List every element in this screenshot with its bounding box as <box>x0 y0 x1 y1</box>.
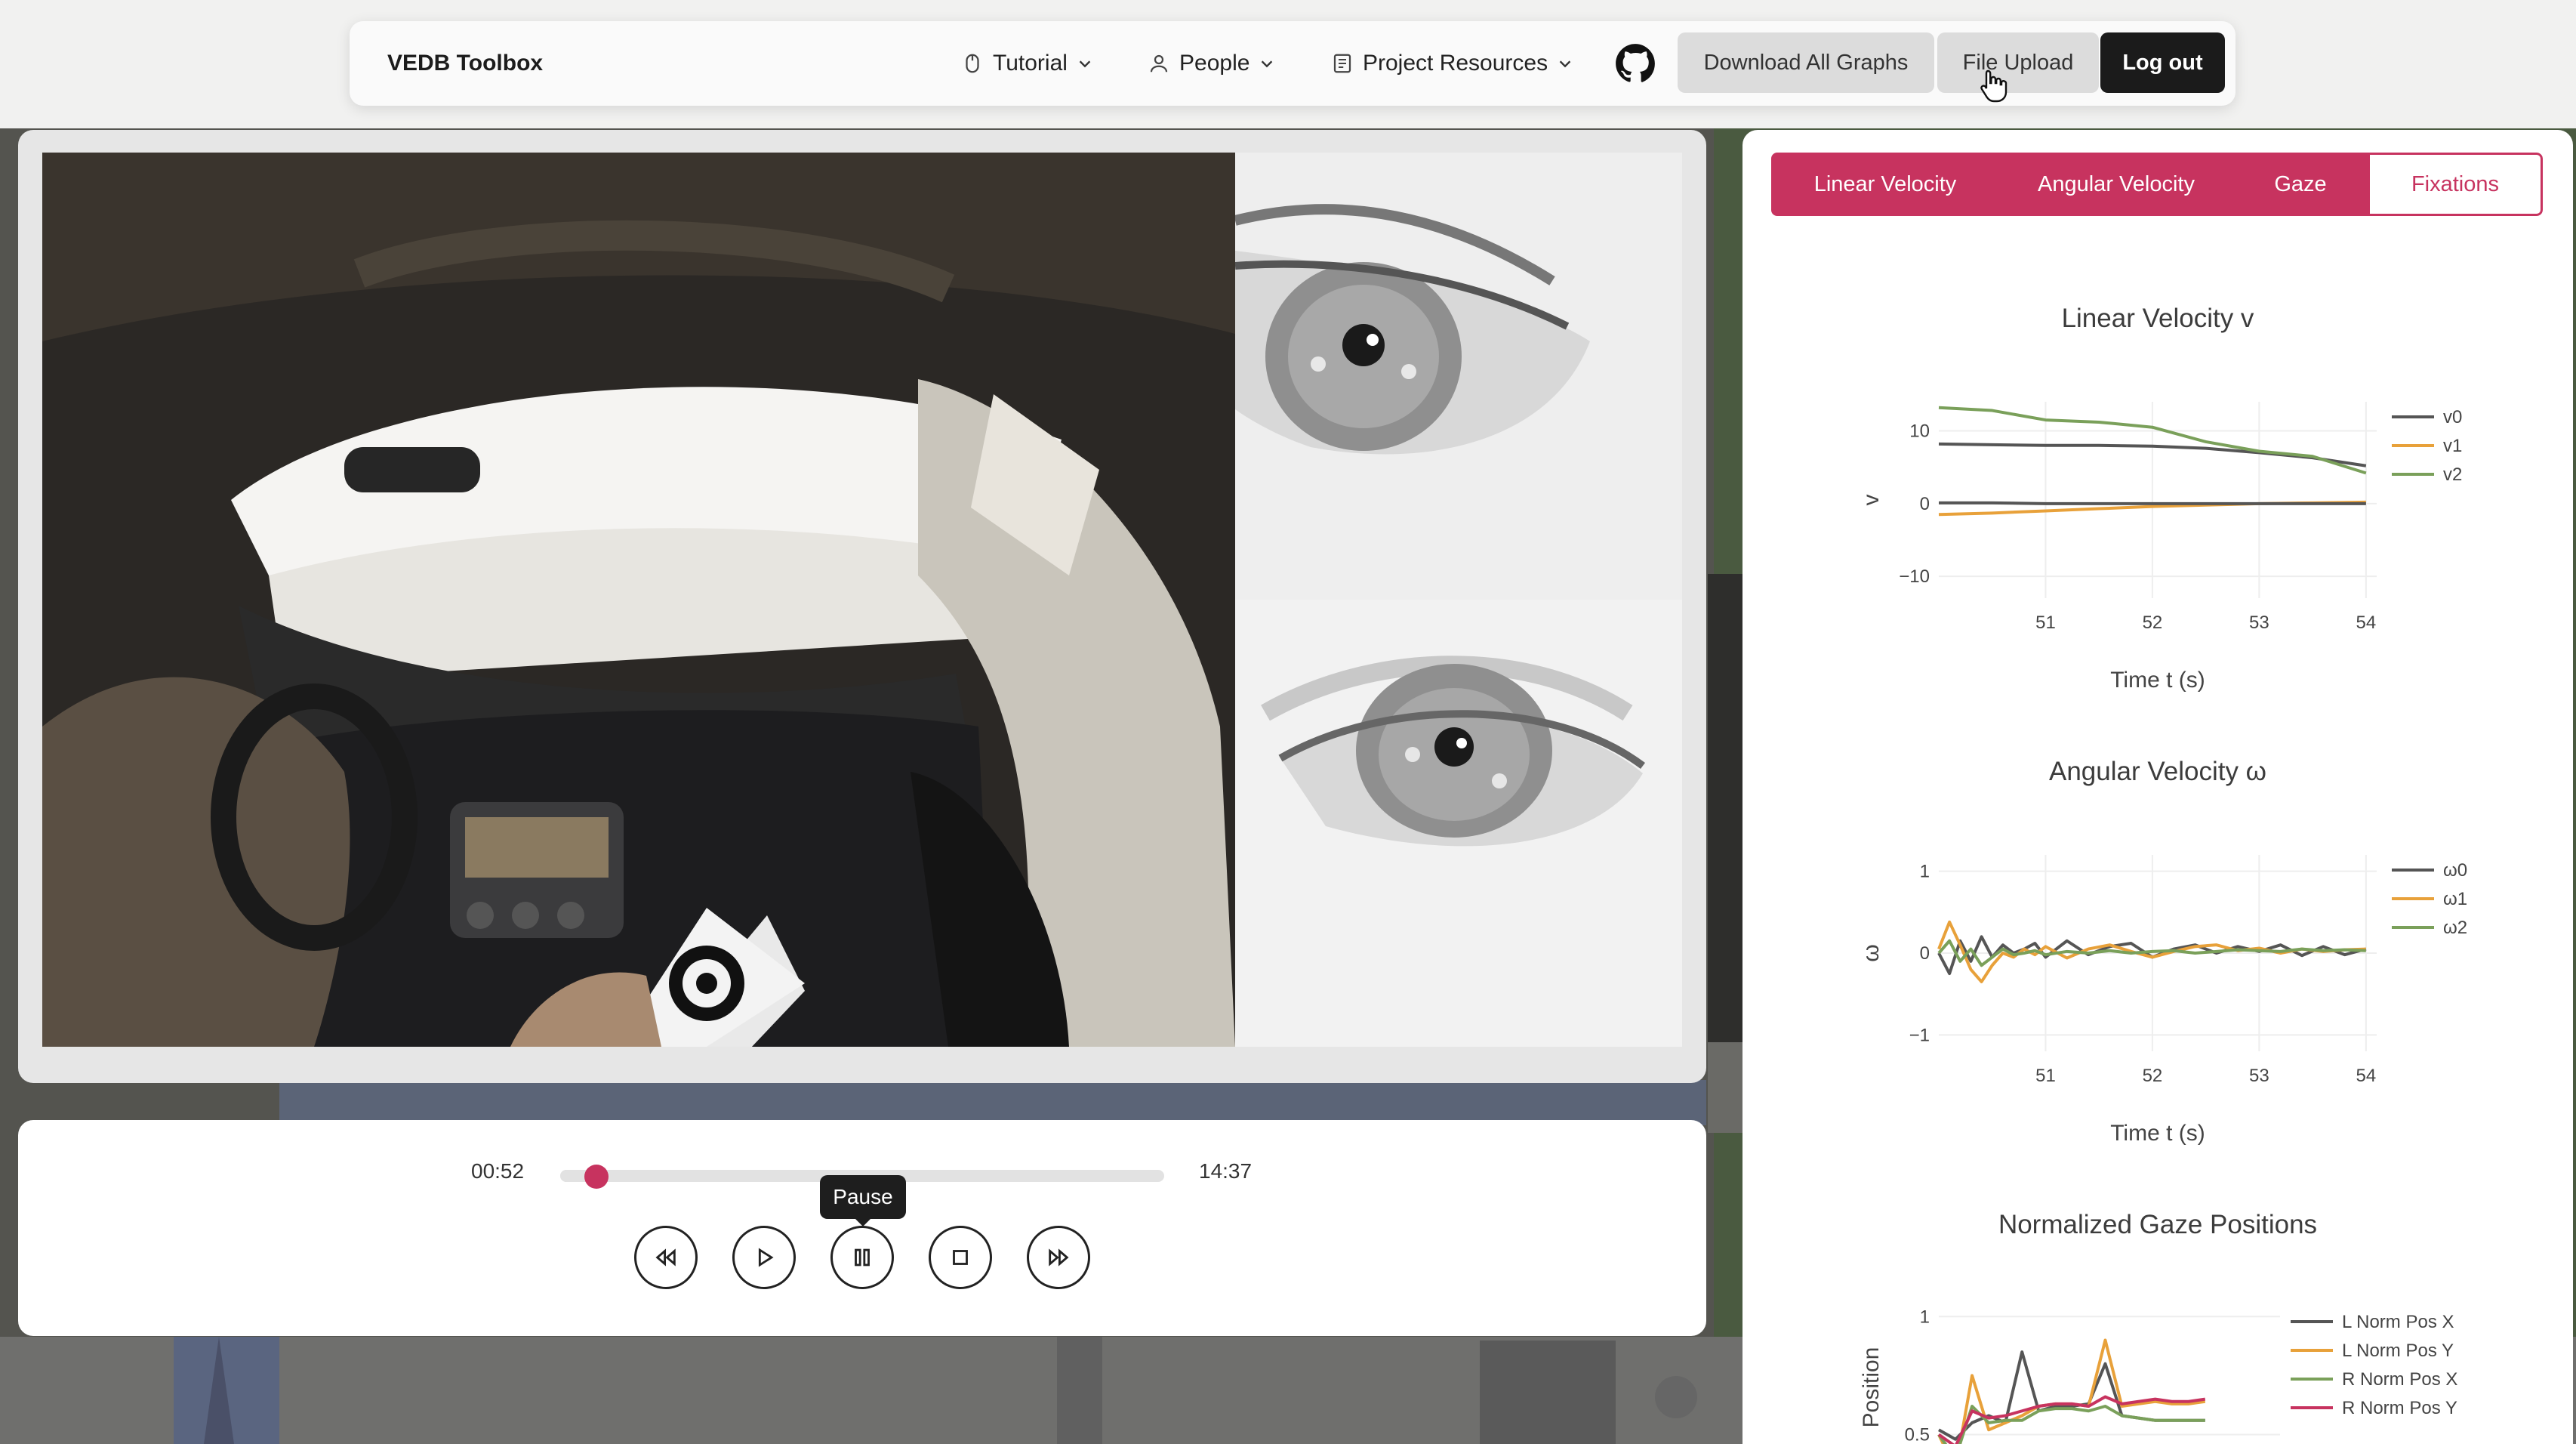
nav-menu-tutorial[interactable]: Tutorial <box>961 21 1093 106</box>
legend-label: v0 <box>2443 407 2462 427</box>
gaze-positions-chart: Normalized Gaze Positions 1 0.5 Position L … <box>1742 1210 2573 1444</box>
legend-label: ω1 <box>2443 889 2467 909</box>
seek-thumb[interactable] <box>584 1165 609 1189</box>
chart-title: Linear Velocity v <box>2061 304 2254 333</box>
tab-linear-velocity[interactable]: Linear Velocity <box>1771 153 1999 216</box>
nav-menu-people[interactable]: People <box>1148 21 1275 106</box>
y-axis-label: v <box>1859 495 1884 506</box>
world-camera-view[interactable] <box>42 153 1235 1047</box>
stop-button[interactable] <box>929 1226 992 1289</box>
logout-button[interactable]: Log out <box>2100 32 2225 93</box>
right-eye-camera-view[interactable] <box>1235 153 1682 600</box>
y-axis-label: ω <box>1859 944 1884 961</box>
rewind-icon <box>655 1248 676 1267</box>
chart-title: Angular Velocity ω <box>2048 757 2267 786</box>
x-tick-label: 51 <box>2035 1066 2056 1086</box>
mouse-icon <box>966 54 979 73</box>
x-axis-label: Time t (s) <box>2110 1121 2205 1146</box>
legend-label: L Norm Pos Y <box>2342 1341 2454 1361</box>
chart-title: Normalized Gaze Positions <box>1998 1210 2318 1239</box>
y-tick-label: 0 <box>1920 943 1930 964</box>
stop-icon <box>953 1250 968 1265</box>
playback-controls: 00:52 14:37 Pause <box>18 1120 1706 1336</box>
linear-velocity-plot: 51 52 53 54 10 0 −10 v Time t (s) v0 v1 v2 <box>1859 402 2462 693</box>
y-tick-label: 0 <box>1920 494 1930 514</box>
nav-menu-project-resources-label: Project Resources <box>1363 51 1548 76</box>
rewind-button[interactable] <box>634 1226 698 1289</box>
pause-icon <box>855 1248 870 1267</box>
linear-velocity-chart: Linear Velocity v 51 52 53 54 10 0 −10 v Time t … <box>1742 304 2573 757</box>
angular-velocity-chart: Angular Velocity ω 51 52 53 54 1 0 −1 ω Time t (… <box>1742 757 2573 1210</box>
legend-label: v1 <box>2443 436 2462 456</box>
download-all-graphs-button[interactable]: Download All Graphs <box>1678 32 1934 93</box>
legend-label: ω2 <box>2443 918 2467 938</box>
fast-forward-icon <box>1049 1248 1069 1267</box>
series-line <box>1937 1405 2205 1444</box>
x-axis-label: Time t (s) <box>2110 668 2205 693</box>
y-axis-label: Position <box>1859 1347 1884 1428</box>
y-tick-label: −1 <box>1909 1025 1930 1045</box>
x-tick-label: 53 <box>2249 612 2269 633</box>
y-tick-label: 10 <box>1909 421 1930 442</box>
brand-title[interactable]: VEDB Toolbox <box>387 21 543 106</box>
left-eye-camera-view[interactable] <box>1235 600 1682 1047</box>
legend-label: R Norm Pos X <box>2342 1369 2457 1390</box>
x-tick-label: 53 <box>2249 1066 2269 1086</box>
person-icon <box>1150 54 1168 73</box>
x-tick-label: 54 <box>2356 612 2377 633</box>
y-tick-label: −10 <box>1899 566 1930 587</box>
video-panel <box>18 130 1706 1083</box>
play-button[interactable] <box>732 1226 796 1289</box>
navbar: VEDB Toolbox Tutorial People Project Res… <box>350 21 2236 106</box>
graphs-panel: Linear Velocity Angular Velocity Gaze Fi… <box>1742 130 2573 1444</box>
x-tick-label: 52 <box>2143 612 2163 633</box>
x-tick-label: 51 <box>2035 612 2056 633</box>
gaze-positions-plot: 1 0.5 Position L Norm Pos X L Norm Pos Y R No… <box>1859 1307 2457 1444</box>
nav-menu-tutorial-label: Tutorial <box>993 51 1068 76</box>
legend-label: L Norm Pos X <box>2342 1312 2454 1332</box>
tab-gaze[interactable]: Gaze <box>2233 153 2368 216</box>
angular-velocity-plot: 51 52 53 54 1 0 −1 ω Time t (s) ω0 ω1 ω2 <box>1859 855 2467 1146</box>
graph-tabs: Linear Velocity Angular Velocity Gaze Fi… <box>1771 153 2543 216</box>
pause-button[interactable] <box>830 1226 894 1289</box>
current-time: 00:52 <box>471 1159 525 1183</box>
chevron-down-icon <box>1559 60 1571 68</box>
total-time: 14:37 <box>1199 1159 1253 1183</box>
y-tick-label: 0.5 <box>1905 1425 1930 1444</box>
file-upload-button[interactable]: File Upload <box>1937 32 2099 93</box>
fast-forward-button[interactable] <box>1027 1226 1090 1289</box>
legend-label: v2 <box>2443 464 2462 485</box>
x-tick-label: 54 <box>2356 1066 2377 1086</box>
series-line <box>1937 1338 2206 1444</box>
legend-label: ω0 <box>2443 860 2467 881</box>
nav-menu-people-label: People <box>1179 51 1250 76</box>
y-tick-label: 1 <box>1920 862 1930 882</box>
legend-label: R Norm Pos Y <box>2342 1398 2457 1418</box>
github-icon[interactable] <box>1615 43 1656 84</box>
y-tick-label: 1 <box>1920 1307 1930 1327</box>
series-line <box>1939 501 2366 505</box>
chevron-down-icon <box>1262 60 1273 68</box>
hand-cursor-icon <box>1980 69 2007 103</box>
document-icon <box>1333 54 1351 73</box>
play-icon <box>758 1248 774 1267</box>
nav-menu-project-resources[interactable]: Project Resources <box>1331 21 1573 106</box>
tab-angular-velocity[interactable]: Angular Velocity <box>1999 153 2233 216</box>
x-tick-label: 52 <box>2143 1066 2163 1086</box>
tab-fixations[interactable]: Fixations <box>2368 153 2543 216</box>
chevron-down-icon <box>1079 60 1091 68</box>
pause-tooltip: Pause <box>820 1175 906 1226</box>
